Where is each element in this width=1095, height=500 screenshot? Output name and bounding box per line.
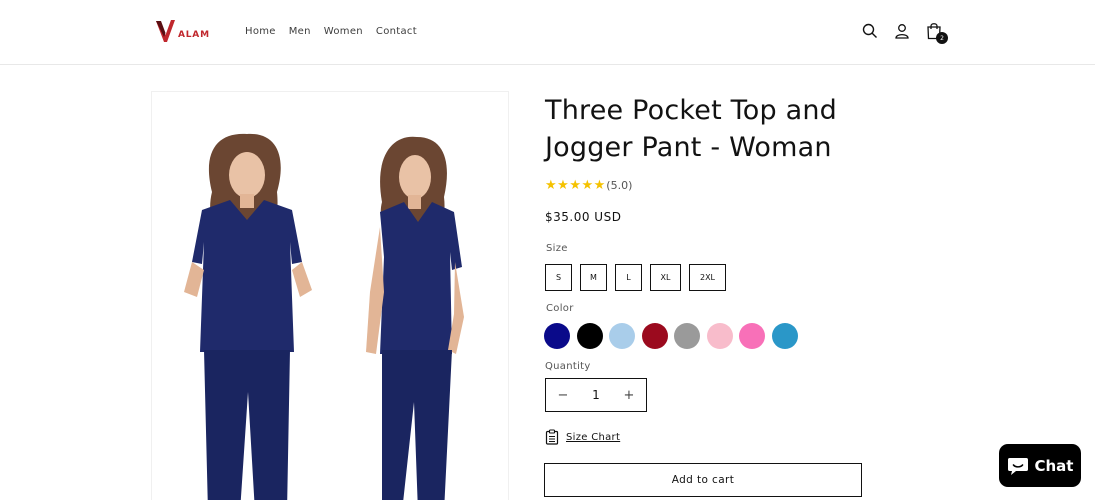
quantity-increase-button[interactable]: + [612,379,646,411]
color-swatch-light-pink[interactable] [706,323,733,349]
size-label: Size [546,243,568,254]
size-option-l[interactable]: L [615,264,642,291]
product-image[interactable] [151,91,509,500]
product-photo [184,133,464,500]
add-to-cart-button[interactable]: Add to cart [544,463,862,497]
star-icon: ★ [569,178,581,193]
account-icon[interactable] [892,20,912,42]
clipboard-icon [545,429,559,445]
color-swatch-pink[interactable] [739,323,765,349]
color-swatch-navy[interactable] [544,323,570,349]
cart-count-badge: 2 [936,32,948,44]
size-option-m[interactable]: M [580,264,607,291]
size-chart-link[interactable]: Size Chart [566,432,620,443]
nav-men[interactable]: Men [289,26,311,37]
nav-contact[interactable]: Contact [376,26,417,37]
cart-icon[interactable]: 2 [924,20,948,44]
header-icons: 2 [860,20,948,44]
color-swatch-light-blue[interactable] [609,323,635,349]
product-title: Three Pocket Top and Jogger Pant - Woman [545,95,837,163]
rating-stars: ★ ★ ★ ★ ★ [545,179,605,192]
chat-button[interactable]: Chat [999,444,1081,487]
color-swatch-burgundy[interactable] [641,323,668,349]
logo-text: ALAM [178,30,210,40]
size-option-2xl[interactable]: 2XL [689,264,726,291]
quantity-value[interactable]: 1 [592,388,600,402]
model-side-figure [366,136,464,500]
quantity-stepper: − 1 + [545,378,647,412]
site-logo[interactable]: ALAM [155,18,210,44]
main-nav: Home Men Women Contact [245,26,430,37]
size-options: S M L XL 2XL [545,264,734,291]
color-options [544,323,804,349]
quantity-label: Quantity [545,361,591,372]
quantity-decrease-button[interactable]: − [546,379,580,411]
search-icon[interactable] [860,20,880,42]
product-rating: ★ ★ ★ ★ ★ (5.0) [545,179,632,192]
star-icon: ★ [593,178,606,193]
star-icon: ★ [545,178,557,193]
model-front-figure [184,133,312,500]
color-swatch-black[interactable] [576,323,603,349]
star-icon: ★ [581,178,594,193]
chat-label: Chat [1034,456,1074,475]
logo-mark-icon [156,20,175,42]
nav-women[interactable]: Women [324,26,363,37]
size-option-xl[interactable]: XL [650,264,681,291]
nav-home[interactable]: Home [245,26,276,37]
size-option-s[interactable]: S [545,264,572,291]
color-label: Color [546,303,574,314]
chat-bubble-icon [1007,457,1028,475]
product-price: $35.00 USD [545,210,622,224]
site-header: ALAM Home Men Women Contact 2 [0,0,1095,65]
size-chart[interactable]: Size Chart [545,429,620,445]
color-swatch-gray[interactable] [674,323,700,349]
rating-value: (5.0) [606,179,633,192]
star-icon: ★ [557,178,569,193]
color-swatch-teal[interactable] [771,323,798,349]
